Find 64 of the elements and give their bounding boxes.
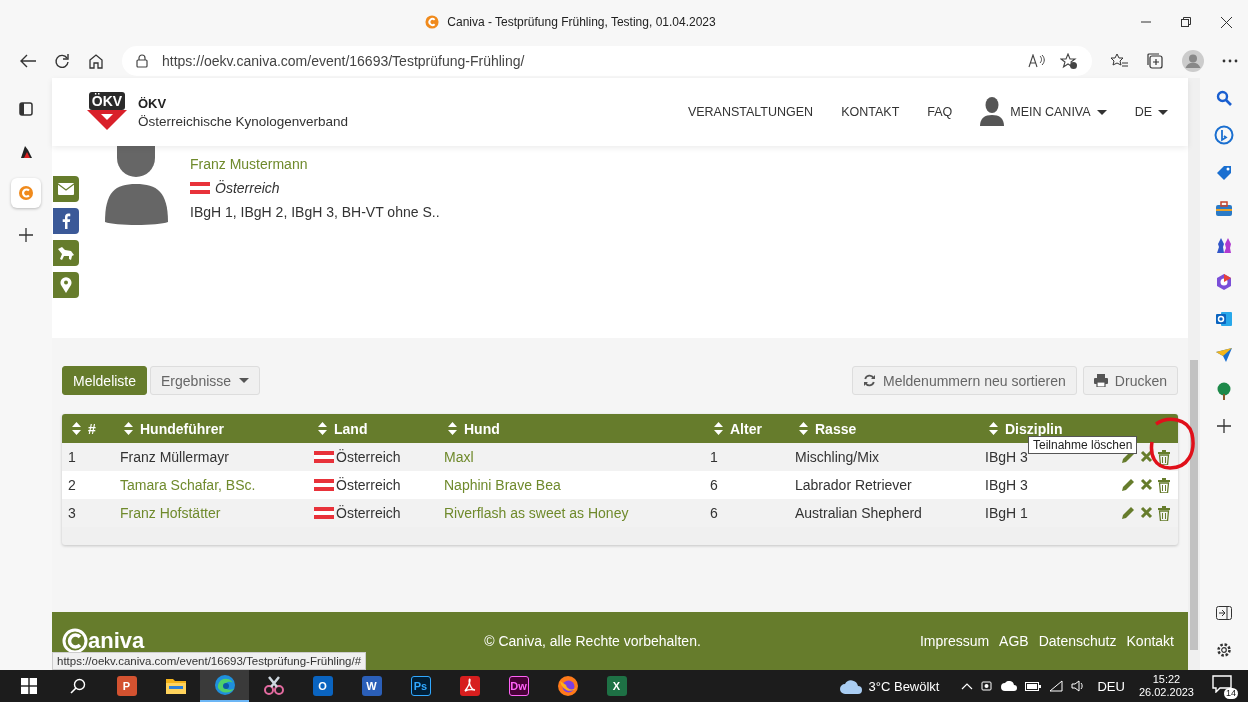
table-cell-text: IBgH 1 (984, 505, 1028, 521)
handler-link[interactable]: Franz Hofstätter (114, 505, 221, 521)
table-cell-text: 1 (709, 449, 718, 465)
table-cell-text: 1 (67, 449, 76, 465)
footer-link[interactable]: Datenschutz (1038, 633, 1117, 649)
disciplines-text: IBgH 1, IBgH 2, IBgH 3, BH-VT ohne S.. (190, 204, 440, 220)
dog-link[interactable]: Naphini Brave Bea (438, 477, 561, 493)
copyright-text: © Caniva, alle Rechte vorbehalten. (484, 633, 701, 649)
table-cell: Österreich (336, 477, 401, 493)
column-header[interactable]: Hund (464, 420, 500, 437)
account-menu[interactable]: MEIN CANIVA (1010, 105, 1091, 119)
weather-text[interactable]: 3°C Bewölkt (868, 678, 940, 694)
outlook-icon[interactable]: O (312, 676, 333, 696)
org-abbreviation: ÖKV (138, 95, 168, 111)
notification-count: 14 (1224, 688, 1238, 699)
photoshop-icon[interactable]: Ps (410, 676, 431, 696)
footer-link[interactable]: Kontakt (1126, 633, 1174, 649)
table-cell-text: Mischling/Mix (794, 449, 879, 465)
table-cell-text: 3 (67, 505, 76, 521)
org-name: Österreichische Kynologenverband (138, 113, 349, 129)
status-url: https://oekv.caniva.com/event/16693/Testprüfung-Frühling/# (52, 652, 367, 670)
dreamweaver-icon[interactable]: Dw (508, 676, 529, 696)
table-cell: Österreich (336, 449, 401, 465)
brand-name: aniva (88, 628, 145, 654)
input-language[interactable]: DEU (1097, 678, 1125, 694)
table-cell-text: Australian Shepherd (794, 505, 922, 521)
column-header[interactable]: Rasse (815, 420, 857, 437)
column-header[interactable]: Alter (730, 420, 762, 437)
clock-date[interactable]: 26.02.2023 (1138, 686, 1194, 699)
table-cell: Österreich (336, 505, 401, 521)
powerpoint-icon[interactable]: P (116, 676, 137, 696)
table-cell-text: 6 (709, 477, 718, 493)
footer-link[interactable]: Impressum (919, 633, 990, 649)
table-cell-text: IBgH 3 (984, 449, 1028, 465)
table-cell-text: Franz Müllermayr (119, 449, 229, 465)
nav-link[interactable]: KONTAKT (841, 105, 900, 119)
table-cell-text: IBgH 3 (984, 477, 1028, 493)
person-name[interactable]: Franz Mustermann (190, 156, 440, 172)
tab[interactable]: Ergebnisse (150, 366, 261, 395)
clock-time[interactable]: 15:22 (1152, 673, 1181, 686)
column-header[interactable]: Land (334, 420, 368, 437)
window-title: Caniva - Testprüfung Frühling, Testing, 01.04.2023 (447, 15, 716, 29)
table-cell-text: 6 (709, 505, 718, 521)
table-cell-text: 2 (67, 477, 76, 493)
nav-link[interactable]: FAQ (927, 105, 953, 119)
word-icon[interactable]: W (361, 676, 382, 696)
column-header[interactable]: Disziplin (1005, 420, 1063, 437)
column-header[interactable]: # (88, 420, 96, 437)
handler-link[interactable]: Tamara Schafar, BSc. (114, 477, 256, 493)
excel-icon[interactable]: X (606, 676, 627, 696)
country-label: Österreich (215, 180, 280, 196)
tab[interactable]: Meldeliste (62, 366, 148, 395)
logo-text: ÖKV (88, 92, 126, 110)
footer-link[interactable]: AGB (999, 633, 1029, 649)
language-menu[interactable]: DE (1134, 105, 1152, 119)
dog-link[interactable]: Riverflash as sweet as Honey (438, 505, 629, 521)
refresh-button[interactable]: Meldenummern neu sortieren (852, 366, 1077, 395)
dog-link[interactable]: Maxl (438, 449, 474, 465)
column-header[interactable]: Hundeführer (140, 420, 224, 437)
tooltip: Teilnahme löschen (1028, 436, 1138, 454)
print-button[interactable]: Drucken (1082, 366, 1178, 395)
table-cell-text: Labrador Retriever (794, 477, 912, 493)
address-bar[interactable]: https://oekv.caniva.com/event/16693/Testprüfung-Frühling/ (122, 46, 1092, 76)
nav-link[interactable]: VERANSTALTUNGEN (687, 105, 814, 119)
